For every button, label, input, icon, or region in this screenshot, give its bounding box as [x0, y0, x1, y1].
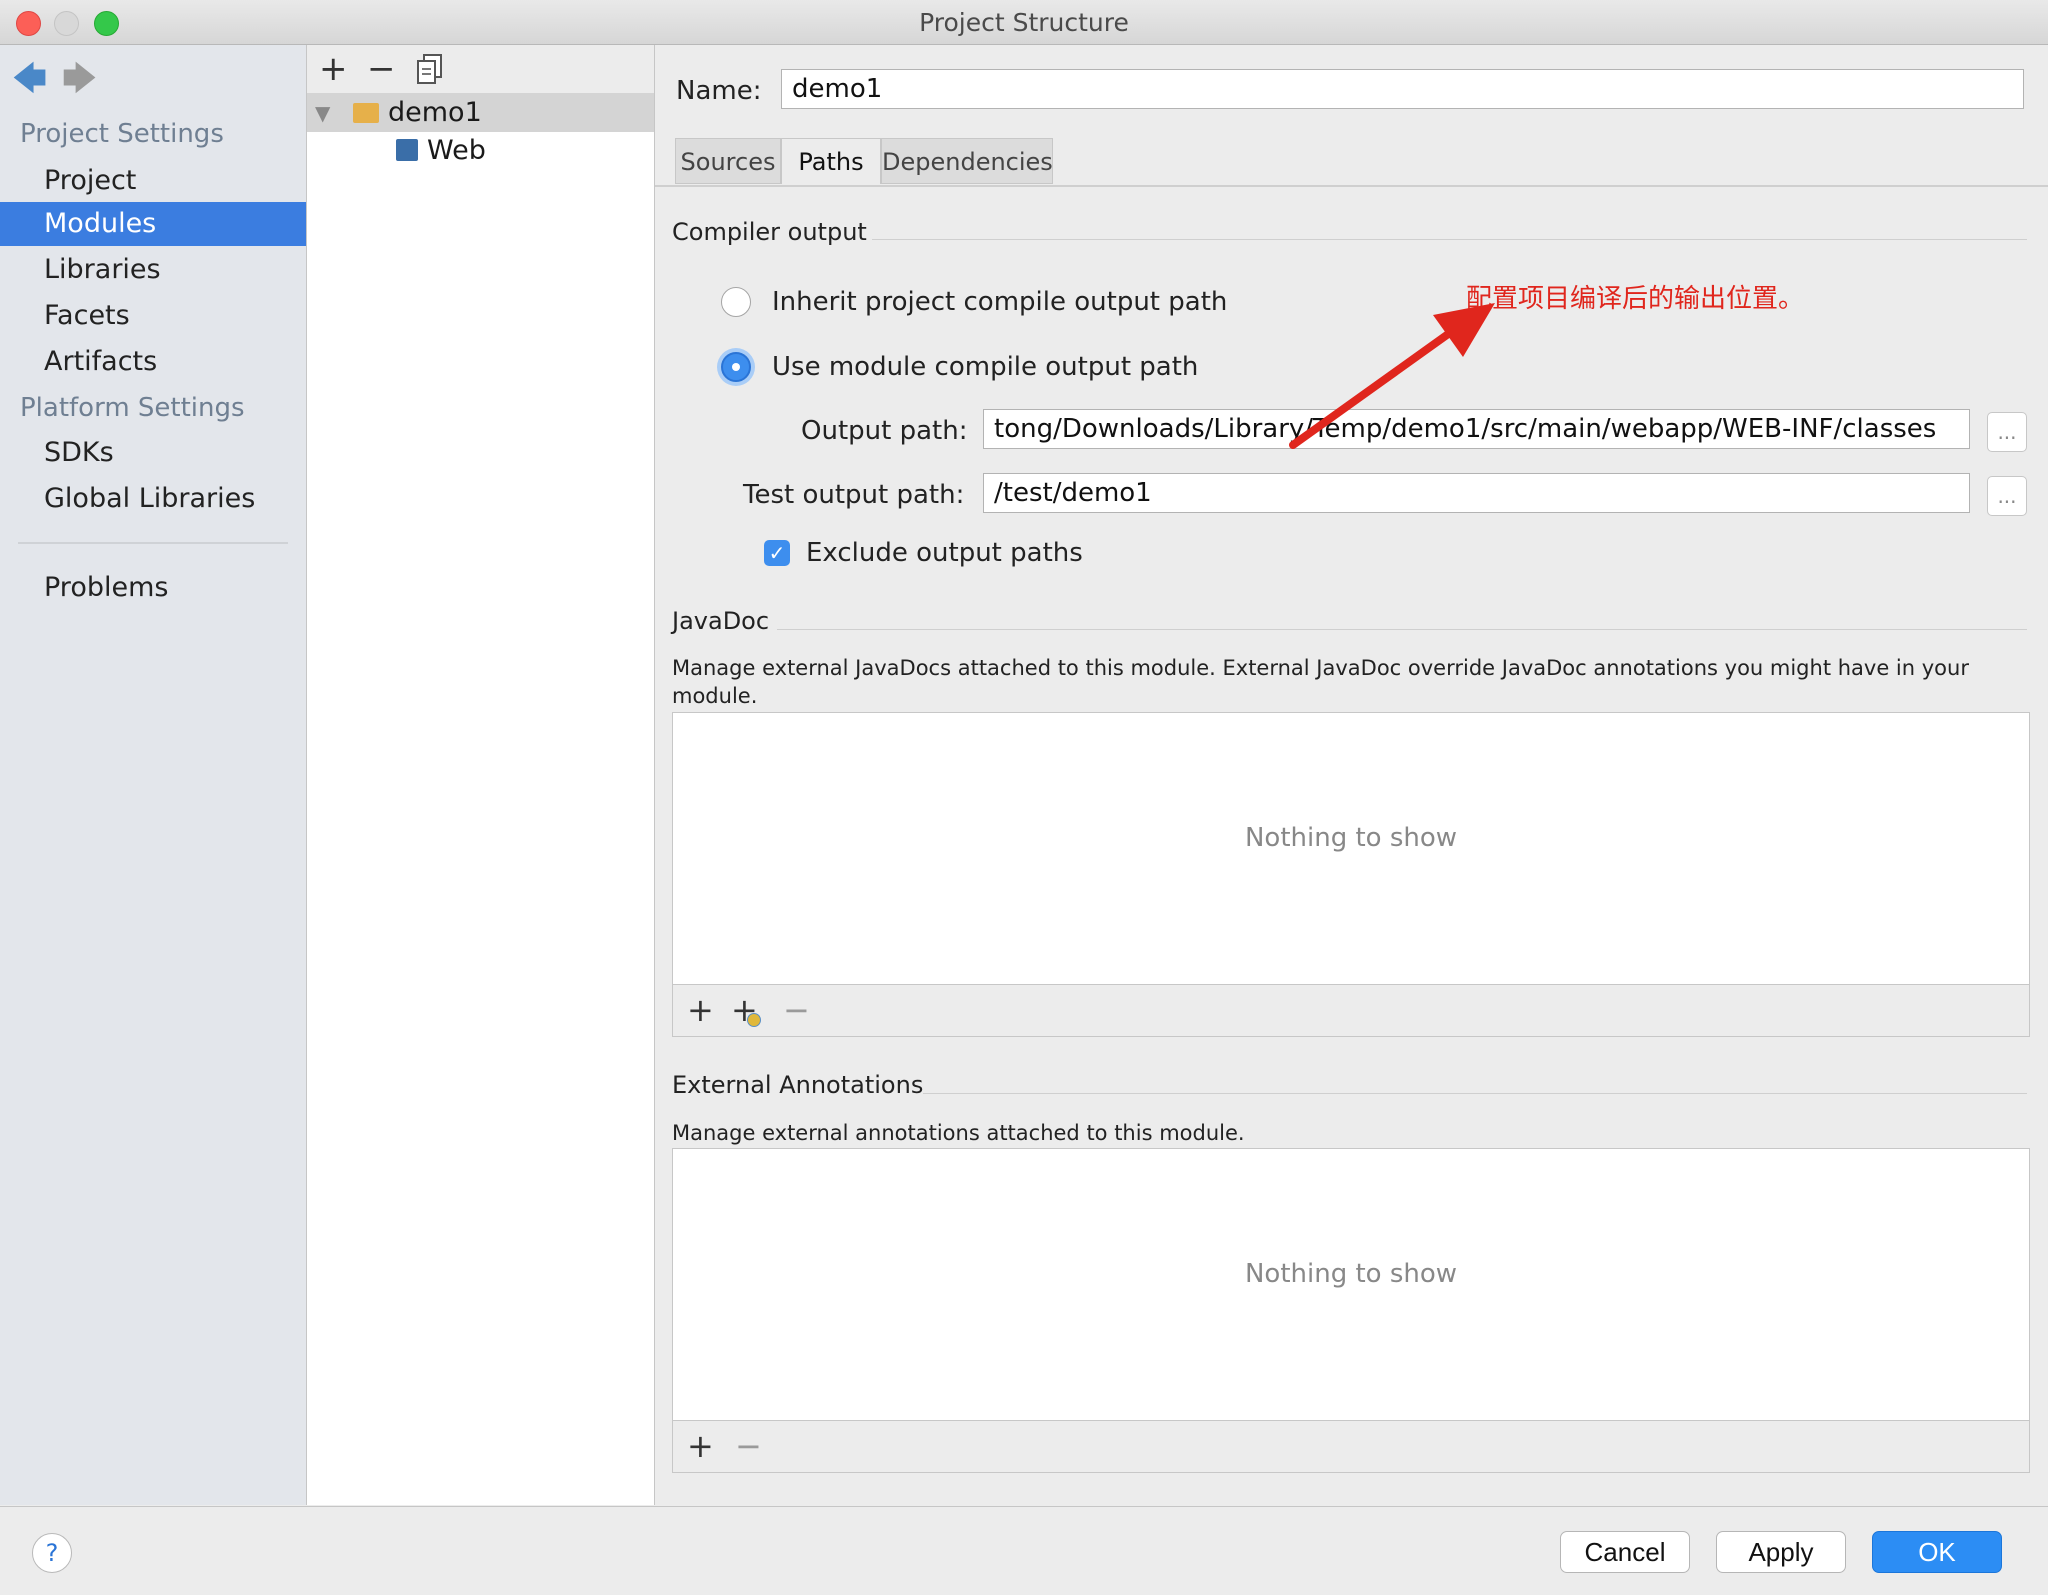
javadoc-heading: JavaDoc	[672, 607, 770, 635]
remove-module-button[interactable]: −	[367, 49, 396, 89]
javadoc-list[interactable]: Nothing to show	[672, 712, 2030, 985]
javadoc-empty-text: Nothing to show	[1244, 823, 1458, 853]
tab-divider	[655, 185, 2048, 187]
sidebar-item-problems[interactable]: Problems	[0, 566, 306, 610]
settings-sidebar: 🡄 🡆 Project Settings Project Modules Lib…	[0, 45, 307, 1505]
tree-node-demo1[interactable]: ▼ demo1	[307, 94, 654, 132]
module-folder-icon	[353, 103, 379, 123]
add-module-button[interactable]: +	[319, 49, 348, 89]
external-annotations-description: Manage external annotations attached to …	[672, 1121, 1245, 1145]
browse-output-path-button[interactable]: ...	[1987, 412, 2027, 452]
web-facet-icon	[396, 139, 418, 161]
window-title: Project Structure	[919, 8, 1129, 37]
tree-node-label: demo1	[388, 97, 482, 128]
test-output-path-label: Test output path:	[743, 480, 965, 510]
section-divider	[872, 239, 2027, 240]
remove-javadoc-button[interactable]: −	[783, 991, 810, 1029]
annotation-arrow-icon	[1289, 303, 1495, 449]
use-module-output-radio[interactable]	[721, 352, 751, 382]
inherit-output-label[interactable]: Inherit project compile output path	[772, 287, 1227, 317]
section-divider	[777, 629, 2027, 630]
module-tree-pane: + − ▼ demo1 Web	[307, 45, 655, 1505]
tab-sources[interactable]: Sources	[675, 138, 781, 184]
tree-node-label: Web	[427, 135, 486, 166]
exclude-output-label[interactable]: Exclude output paths	[806, 538, 1083, 568]
browse-test-output-path-button[interactable]: ...	[1987, 476, 2027, 516]
sidebar-divider	[18, 542, 288, 544]
external-annotations-list[interactable]: Nothing to show	[672, 1148, 2030, 1421]
tree-node-web[interactable]: Web	[307, 132, 654, 170]
back-arrow-icon[interactable]: 🡄	[12, 55, 47, 112]
globe-icon	[747, 1013, 761, 1027]
javadoc-description: Manage external JavaDocs attached to thi…	[672, 656, 1969, 708]
name-label: Name:	[676, 76, 762, 106]
compiler-output-heading: Compiler output	[672, 218, 867, 246]
tab-dependencies[interactable]: Dependencies	[881, 138, 1053, 184]
use-module-output-label[interactable]: Use module compile output path	[772, 352, 1198, 382]
module-tree-toolbar: + −	[307, 45, 654, 94]
help-button[interactable]: ?	[32, 1533, 72, 1573]
sidebar-item-facets[interactable]: Facets	[0, 294, 306, 338]
sidebar-item-artifacts[interactable]: Artifacts	[0, 340, 306, 384]
add-annotation-button[interactable]: +	[687, 1427, 714, 1465]
project-settings-heading: Project Settings	[20, 119, 224, 149]
external-annotations-heading: External Annotations	[672, 1071, 924, 1099]
expand-triangle-icon[interactable]: ▼	[315, 94, 330, 132]
forward-arrow-icon[interactable]: 🡆	[62, 55, 97, 112]
module-settings-panel: Name: demo1 Sources Paths Dependencies C…	[655, 45, 2048, 1505]
javadoc-list-toolbar: + + −	[672, 985, 2030, 1037]
exclude-output-checkbox[interactable]: ✓	[764, 540, 790, 566]
inherit-output-radio[interactable]	[721, 287, 751, 317]
dialog-button-bar: ? Cancel Apply OK	[0, 1506, 2048, 1595]
section-divider	[923, 1093, 2027, 1094]
cancel-button[interactable]: Cancel	[1560, 1531, 1690, 1573]
sidebar-item-global-libraries[interactable]: Global Libraries	[0, 477, 306, 521]
sidebar-item-modules[interactable]: Modules	[0, 202, 306, 246]
apply-button[interactable]: Apply	[1716, 1531, 1846, 1573]
sidebar-item-sdks[interactable]: SDKs	[0, 431, 306, 475]
module-name-field[interactable]: demo1	[781, 69, 2024, 109]
external-annotations-toolbar: + −	[672, 1421, 2030, 1473]
remove-annotation-button[interactable]: −	[735, 1427, 762, 1465]
ok-button[interactable]: OK	[1872, 1531, 2002, 1573]
add-javadoc-url-button[interactable]: +	[731, 991, 761, 1029]
copy-icon	[417, 54, 442, 84]
copy-module-button[interactable]	[415, 53, 445, 94]
add-javadoc-button[interactable]: +	[687, 991, 714, 1029]
sidebar-item-libraries[interactable]: Libraries	[0, 248, 306, 292]
title-bar: Project Structure	[0, 0, 2048, 45]
annotation-note: 配置项目编译后的输出位置。	[1466, 284, 1805, 314]
platform-settings-heading: Platform Settings	[20, 393, 245, 423]
tab-paths[interactable]: Paths	[781, 138, 881, 184]
sidebar-item-project[interactable]: Project	[0, 159, 306, 203]
external-annotations-empty-text: Nothing to show	[1244, 1259, 1458, 1289]
output-path-label: Output path:	[801, 416, 968, 446]
test-output-path-field[interactable]: /test/demo1	[983, 473, 1970, 513]
